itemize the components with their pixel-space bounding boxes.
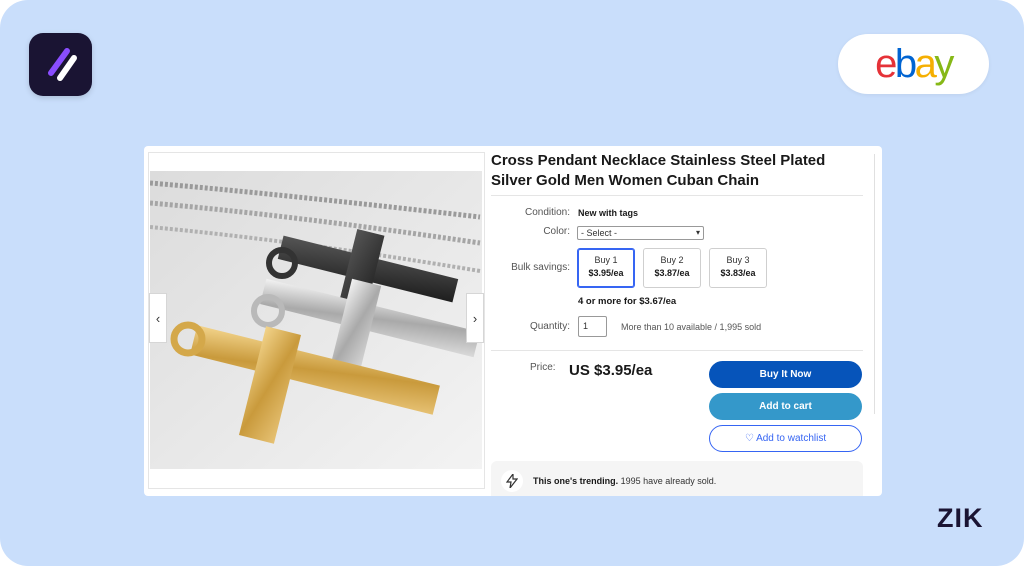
bulk-option-label: Buy 1 [594, 255, 618, 265]
lightning-icon [501, 470, 523, 492]
add-to-watchlist-button[interactable]: ♡ Add to watchlist [709, 425, 862, 452]
product-listing-screenshot: ‹ › Cross Pendant Necklace Stainless Ste… [144, 146, 882, 496]
divider [491, 350, 863, 351]
bulk-option-2[interactable]: Buy 2 $3.87/ea [643, 248, 701, 288]
bulk-option-1[interactable]: Buy 1 $3.95/ea [577, 248, 635, 288]
product-image-gallery: ‹ › [148, 152, 485, 489]
scroll-track [874, 154, 875, 414]
ebay-logo-b: b [894, 42, 917, 86]
buy-it-now-button[interactable]: Buy It Now [709, 361, 862, 388]
ebay-logo-y: y [934, 42, 954, 86]
ebay-logo-e: e [875, 42, 897, 86]
bulk-option-label: Buy 3 [726, 255, 750, 265]
bulk-option-3[interactable]: Buy 3 $3.83/ea [709, 248, 767, 288]
condition-label: Condition: [524, 207, 570, 218]
product-title: Cross Pendant Necklace Stainless Steel P… [491, 152, 826, 189]
price-label: Price: [530, 362, 556, 373]
price-value: US $3.95/ea [569, 362, 653, 379]
trending-text: This one's trending. 1995 have already s… [533, 476, 716, 486]
divider [491, 195, 863, 196]
color-select-value: - Select - [581, 228, 618, 238]
add-to-cart-button[interactable]: Add to cart [709, 393, 862, 420]
bulk-option-label: Buy 2 [660, 255, 684, 265]
zik-watermark: ZIK [937, 503, 984, 533]
ebay-logo: ebay [838, 34, 989, 94]
trending-banner: This one's trending. 1995 have already s… [491, 461, 863, 496]
trending-rest: 1995 have already sold. [618, 476, 717, 486]
bulk-option-price: $3.95/ea [588, 268, 624, 278]
bulk-more-note: 4 or more for $3.67/ea [578, 296, 677, 307]
availability-text: More than 10 available / 1,995 sold [621, 322, 762, 332]
bulk-option-price: $3.83/ea [720, 268, 756, 278]
bulk-savings-label: Bulk savings: [511, 262, 570, 273]
quantity-label: Quantity: [529, 321, 570, 332]
chevron-right-icon[interactable]: › [466, 293, 484, 343]
condition-value: New with tags [578, 208, 639, 218]
quantity-input[interactable]: 1 [578, 316, 607, 337]
color-select[interactable]: - Select - ▾ [577, 226, 704, 240]
chevron-down-icon: ▾ [695, 228, 700, 237]
ebay-logo-a: a [914, 42, 937, 86]
product-photo [150, 171, 482, 469]
chevron-left-icon[interactable]: ‹ [149, 293, 167, 343]
trending-bold: This one's trending. [533, 476, 619, 486]
app-logo-icon [29, 33, 92, 96]
bulk-option-price: $3.87/ea [654, 268, 690, 278]
page-background: ebay ZIK ‹ › Cross Pendant Necklace Stai… [0, 0, 1024, 566]
color-label: Color: [543, 226, 570, 237]
